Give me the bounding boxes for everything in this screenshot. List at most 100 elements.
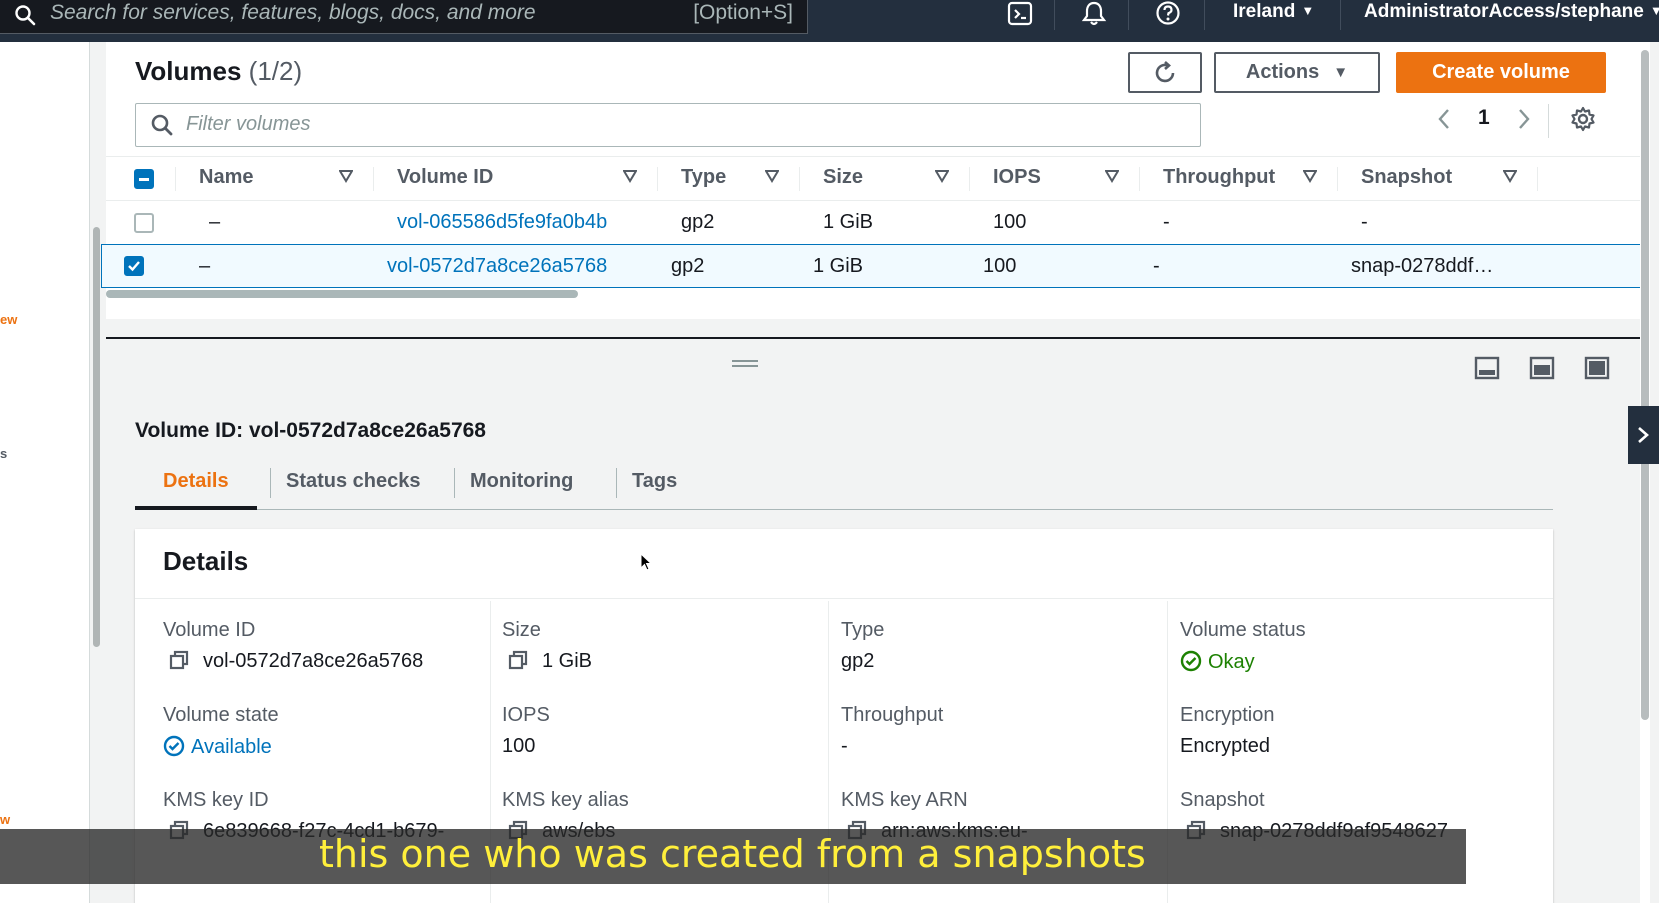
indeterminate-mark xyxy=(139,178,149,181)
account-menu[interactable]: AdministratorAccess/stephane ▼ xyxy=(1364,1,1659,23)
search-placeholder: Search for services, features, blogs, do… xyxy=(50,1,536,24)
size-value: 1 GiB xyxy=(502,650,592,673)
table-header: Name Volume ID Type Size IOPS Throughput… xyxy=(106,156,1650,200)
tab-status-checks[interactable]: Status checks xyxy=(286,470,421,493)
account-label: AdministratorAccess/stephane xyxy=(1364,1,1644,22)
page-title: Volumes (1/2) xyxy=(135,56,302,87)
column-divider xyxy=(1537,167,1538,191)
sort-icon[interactable] xyxy=(623,169,637,183)
notifications-bell-icon[interactable] xyxy=(1080,0,1108,28)
video-caption-text: this one who was created from a snapshot… xyxy=(319,832,1146,876)
sidenav-fragment[interactable]: s xyxy=(0,446,7,461)
tab-monitoring[interactable]: Monitoring xyxy=(470,470,573,493)
row-checkbox-checked[interactable] xyxy=(124,256,144,276)
cell-size: 1 GiB xyxy=(813,255,864,277)
caret-down-icon: ▼ xyxy=(1301,3,1315,18)
page-scrollbar[interactable] xyxy=(1641,50,1649,720)
table-row-selected[interactable]: – vol-0572d7a8ce26a5768 gp2 1 GiB 100 - … xyxy=(101,244,1650,288)
volume-state-value: Available xyxy=(163,735,272,759)
help-panel-toggle[interactable] xyxy=(1628,406,1659,464)
create-volume-button[interactable]: Create volume xyxy=(1396,52,1606,93)
refresh-button[interactable] xyxy=(1128,52,1202,93)
page-title-text: Volumes xyxy=(135,56,242,86)
search-icon xyxy=(151,114,173,136)
region-selector[interactable]: Ireland ▼ xyxy=(1233,1,1314,23)
caret-down-icon: ▼ xyxy=(1333,64,1349,81)
cloudshell-icon[interactable] xyxy=(1006,0,1034,28)
sidenav-fragment[interactable]: w xyxy=(0,812,10,827)
sort-icon[interactable] xyxy=(765,169,779,183)
drag-handle-icon[interactable] xyxy=(732,360,758,367)
top-navigation-bar: Search for services, features, blogs, do… xyxy=(0,0,1659,42)
column-header-type[interactable]: Type xyxy=(681,166,726,189)
cell-iops: 100 xyxy=(983,255,1017,277)
details-card-title: Details xyxy=(163,546,249,576)
cell-type: gp2 xyxy=(671,255,705,277)
search-shortcut: [Option+S] xyxy=(693,1,793,24)
column-header-name[interactable]: Name xyxy=(199,166,253,189)
row-checkbox[interactable] xyxy=(134,213,154,233)
nav-divider xyxy=(1128,0,1129,30)
nav-divider xyxy=(1204,0,1205,30)
size-label: Size xyxy=(502,619,541,641)
horizontal-scrollbar[interactable] xyxy=(106,290,578,298)
checkmark-icon xyxy=(128,261,140,272)
copy-icon[interactable] xyxy=(508,650,528,670)
throughput-value: - xyxy=(841,735,848,757)
caret-down-icon: ▼ xyxy=(1649,3,1659,18)
sort-icon[interactable] xyxy=(339,169,353,183)
cell-volume-id-link[interactable]: vol-065586d5fe9fa0b4b xyxy=(397,211,607,234)
next-page-icon[interactable] xyxy=(1516,107,1532,131)
global-search-box[interactable]: Search for services, features, blogs, do… xyxy=(0,0,808,34)
tab-details[interactable]: Details xyxy=(163,470,229,493)
column-divider xyxy=(657,167,658,191)
iops-label: IOPS xyxy=(502,704,550,726)
filter-volumes-input[interactable]: Filter volumes xyxy=(135,103,1201,147)
column-header-size[interactable]: Size xyxy=(823,166,863,189)
table-row[interactable]: – vol-065586d5fe9fa0b4b gp2 1 GiB 100 - … xyxy=(106,200,1650,244)
sort-icon[interactable] xyxy=(1303,169,1317,183)
cell-name: – xyxy=(209,211,221,233)
copy-icon[interactable] xyxy=(169,650,189,670)
column-header-iops[interactable]: IOPS xyxy=(993,166,1041,189)
split-full-icon[interactable] xyxy=(1584,356,1610,380)
volume-id-value[interactable]: vol-0572d7a8ce26a5768 xyxy=(163,650,423,673)
cell-snapshot: snap-0278ddf… xyxy=(1351,255,1494,277)
select-all-checkbox[interactable] xyxy=(134,169,154,189)
gear-icon[interactable] xyxy=(1568,104,1598,134)
actions-button[interactable]: Actions ▼ xyxy=(1214,52,1380,93)
sort-icon[interactable] xyxy=(1105,169,1119,183)
refresh-icon xyxy=(1155,60,1175,82)
column-header-volume-id[interactable]: Volume ID xyxy=(397,166,493,189)
sort-icon[interactable] xyxy=(935,169,949,183)
tab-tags[interactable]: Tags xyxy=(632,470,677,493)
tab-divider xyxy=(454,468,455,498)
help-icon[interactable] xyxy=(1154,0,1182,28)
volume-status-text: Okay xyxy=(1208,651,1255,673)
current-page[interactable]: 1 xyxy=(1478,106,1490,130)
mouse-cursor-icon xyxy=(640,553,652,571)
cell-throughput: - xyxy=(1163,211,1170,233)
sidenav-scrollbar[interactable] xyxy=(93,227,100,647)
previous-page-icon[interactable] xyxy=(1436,107,1452,131)
volume-state-label: Volume state xyxy=(163,704,279,726)
kms-key-id-label: KMS key ID xyxy=(163,789,269,811)
volume-id-link[interactable]: vol-0572d7a8ce26a5768 xyxy=(203,650,423,672)
cell-name: – xyxy=(199,255,211,277)
column-divider xyxy=(1337,167,1338,191)
column-header-throughput[interactable]: Throughput xyxy=(1163,166,1275,189)
size-text: 1 GiB xyxy=(542,650,593,672)
split-bottom-icon[interactable] xyxy=(1474,356,1500,380)
create-volume-label: Create volume xyxy=(1432,61,1570,83)
column-header-snapshot[interactable]: Snapshot xyxy=(1361,166,1452,189)
split-half-icon[interactable] xyxy=(1529,356,1555,380)
encryption-label: Encryption xyxy=(1180,704,1275,726)
cell-size: 1 GiB xyxy=(823,211,874,233)
sidenav-fragment[interactable]: ew xyxy=(0,312,17,327)
cell-volume-id-link[interactable]: vol-0572d7a8ce26a5768 xyxy=(387,255,607,278)
actions-label: Actions xyxy=(1245,61,1320,83)
selection-count: (1/2) xyxy=(248,56,303,86)
sort-icon[interactable] xyxy=(1503,169,1517,183)
column-divider xyxy=(969,167,970,191)
split-panel-divider[interactable] xyxy=(106,337,1650,339)
